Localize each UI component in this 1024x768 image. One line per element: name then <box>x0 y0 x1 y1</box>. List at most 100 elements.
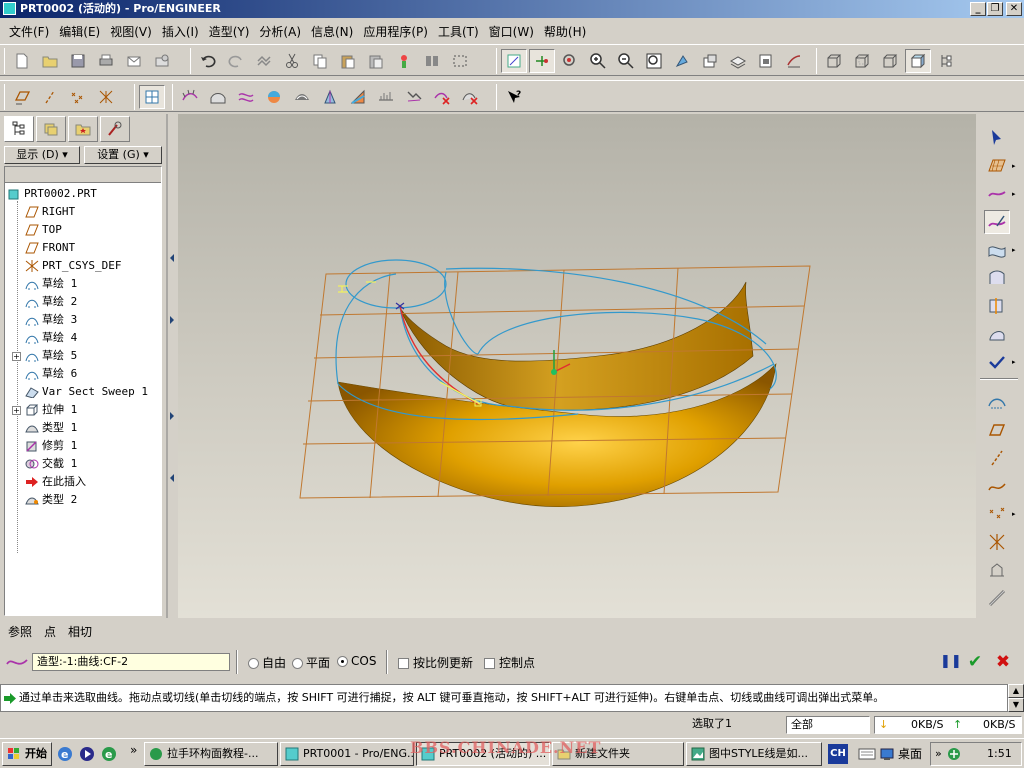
radio-plane[interactable]: 平面 <box>292 654 330 671</box>
draft-analysis-icon[interactable] <box>317 85 343 109</box>
quick-launch-more[interactable]: » <box>130 743 137 757</box>
menu-info[interactable]: 信息(N) <box>306 23 358 40</box>
delete-all-analysis-icon[interactable] <box>457 85 483 109</box>
tab-references[interactable]: 参照 <box>8 623 32 640</box>
media-player-icon[interactable] <box>78 745 96 763</box>
print-icon[interactable] <box>93 49 119 73</box>
task-prt0001[interactable]: PRT0001 - Pro/ENG... <box>280 742 414 766</box>
select-arrow-icon[interactable] <box>984 126 1010 150</box>
datum-point-display-icon[interactable] <box>65 85 91 109</box>
cut-icon[interactable] <box>279 49 305 73</box>
new-file-icon[interactable] <box>9 49 35 73</box>
sketch-view-icon[interactable] <box>984 390 1010 414</box>
settings-dropdown[interactable]: 设置 (G) ▾ <box>84 146 162 164</box>
network-tray-icon[interactable] <box>947 747 961 761</box>
control-point-box[interactable] <box>484 658 495 669</box>
trim-surface-icon[interactable] <box>984 294 1010 318</box>
send-mail-icon[interactable] <box>121 49 147 73</box>
connect-surface-icon[interactable] <box>984 266 1010 290</box>
wireframe-icon[interactable] <box>821 49 847 73</box>
pause-button[interactable]: ❚❚ <box>940 652 962 672</box>
layers-icon[interactable] <box>725 49 751 73</box>
scroll-down-icon[interactable]: ▼ <box>1008 698 1024 712</box>
saved-views-icon[interactable] <box>753 49 779 73</box>
datum-plane-tool-icon[interactable] <box>984 418 1010 442</box>
paste-special-icon[interactable] <box>363 49 389 73</box>
maximize-button[interactable]: ❐ <box>987 2 1003 16</box>
confirm-arrow[interactable]: ▸ <box>1012 358 1018 366</box>
mail-attach-icon[interactable] <box>149 49 175 73</box>
display-dropdown[interactable]: 显示 (D) ▾ <box>4 146 80 164</box>
ok-button[interactable]: ✔ <box>964 652 986 672</box>
tree-item-insert-here[interactable]: 在此插入 <box>25 473 86 491</box>
datum-point-tool-icon[interactable] <box>984 502 1010 526</box>
tree-item-sketch5[interactable]: 草绘 5 <box>25 347 77 365</box>
datum-curve-tool-icon[interactable] <box>984 474 1010 498</box>
tree-item-part[interactable]: PRT0002.PRT <box>7 185 97 203</box>
ie-icon[interactable]: e <box>56 745 74 763</box>
scroll-up-icon[interactable]: ▲ <box>1008 684 1024 698</box>
view-manager-icon[interactable] <box>697 49 723 73</box>
relations-icon[interactable] <box>391 49 417 73</box>
hidden-line-icon[interactable] <box>849 49 875 73</box>
appearance-icon[interactable] <box>781 49 807 73</box>
menu-applications[interactable]: 应用程序(P) <box>358 23 433 40</box>
minimize-button[interactable]: _ <box>970 2 986 16</box>
graphics-window[interactable] <box>178 114 976 618</box>
gaussian-icon[interactable] <box>261 85 287 109</box>
surface-edit-icon[interactable] <box>984 322 1010 346</box>
upper-wall-surface[interactable] <box>399 281 754 411</box>
dihedral-icon[interactable] <box>373 85 399 109</box>
radio-free[interactable]: 自由 <box>248 654 286 671</box>
tree-item-top[interactable]: TOP <box>25 221 62 239</box>
radio-free-indicator[interactable] <box>248 658 259 669</box>
tree-item-sketch4[interactable]: 草绘 4 <box>25 329 77 347</box>
radio-cos[interactable]: COS <box>337 654 376 668</box>
active-plane-icon[interactable] <box>984 154 1010 178</box>
surface-arrow[interactable]: ▸ <box>1012 246 1018 254</box>
undo-icon[interactable] <box>195 49 221 73</box>
tree-item-extrude1[interactable]: 拉伸 1 <box>25 401 77 419</box>
no-hidden-icon[interactable] <box>877 49 903 73</box>
tree-item-sketch6[interactable]: 草绘 6 <box>25 365 77 383</box>
keyboard-icon[interactable] <box>858 747 876 761</box>
save-icon[interactable] <box>65 49 91 73</box>
create-curve-arrow[interactable]: ▸ <box>1012 190 1018 198</box>
create-curve-icon[interactable] <box>984 182 1010 206</box>
offset-analysis-icon[interactable] <box>233 85 259 109</box>
tree-item-right[interactable]: RIGHT <box>25 203 75 221</box>
edit-curve-icon[interactable] <box>984 210 1010 234</box>
zoom-fit-icon[interactable] <box>641 49 667 73</box>
paste-icon[interactable] <box>335 49 361 73</box>
menu-tools[interactable]: 工具(T) <box>433 23 484 40</box>
section-analysis-icon[interactable] <box>205 85 231 109</box>
model-tree-tab-icon[interactable] <box>4 116 34 142</box>
slope-icon[interactable] <box>345 85 371 109</box>
model-tree-icon[interactable] <box>933 49 959 73</box>
menu-insert[interactable]: 插入(I) <box>157 23 204 40</box>
menu-style[interactable]: 造型(Y) <box>204 23 255 40</box>
task-tutorial[interactable]: 拉手环构面教程-... <box>144 742 278 766</box>
model-view-canvas[interactable] <box>178 114 976 618</box>
language-indicator[interactable]: CH <box>828 744 848 764</box>
tree-item-intersect1[interactable]: 交截 1 <box>25 455 77 473</box>
message-scrollbar[interactable]: ▲ ▼ <box>1008 684 1024 712</box>
deviation-icon[interactable] <box>401 85 427 109</box>
menu-window[interactable]: 窗口(W) <box>484 23 539 40</box>
tree-item-front[interactable]: FRONT <box>25 239 75 257</box>
favorites-tab-icon[interactable] <box>68 116 98 142</box>
zoom-out-icon[interactable] <box>613 49 639 73</box>
confirm-check-icon[interactable] <box>984 350 1010 374</box>
shading-icon[interactable] <box>905 49 931 73</box>
curvature-analysis-icon[interactable] <box>177 85 203 109</box>
tree-item-csys[interactable]: PRT_CSYS_DEF <box>25 257 121 275</box>
control-point-checkbox[interactable]: 控制点 <box>484 654 535 671</box>
tab-point[interactable]: 点 <box>44 623 56 640</box>
folder-browser-tab-icon[interactable] <box>36 116 66 142</box>
connections-tab-icon[interactable] <box>100 116 130 142</box>
radio-plane-indicator[interactable] <box>292 658 303 669</box>
menu-analysis[interactable]: 分析(A) <box>254 23 306 40</box>
tree-item-sketch1[interactable]: 草绘 1 <box>25 275 77 293</box>
spin-center-icon[interactable] <box>501 49 527 73</box>
regenerate-icon[interactable] <box>251 49 277 73</box>
